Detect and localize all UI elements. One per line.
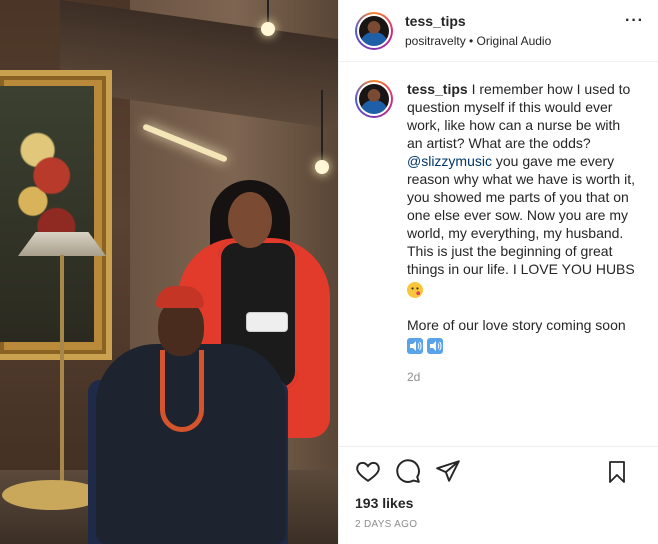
caption-username[interactable]: tess_tips: [407, 81, 468, 97]
instagram-post: tess_tips positravelty • Original Audio …: [0, 0, 658, 544]
clutch-bag: [246, 312, 288, 332]
caption-timestamp[interactable]: 2d: [407, 370, 637, 384]
kissing-face-emoji: [407, 282, 423, 299]
caption-more-line: More of our love story coming soon: [407, 317, 626, 334]
post-sidebar: tess_tips positravelty • Original Audio …: [338, 0, 658, 544]
audio-subline[interactable]: positravelty • Original Audio: [405, 34, 551, 48]
mention-link[interactable]: @slizzymusic: [407, 153, 492, 169]
speaker-icon: [427, 338, 443, 355]
caption: tess_tips I remember how I used to quest…: [355, 80, 642, 384]
caption-text-part2: you gave me every reason why what we hav…: [407, 153, 639, 277]
caption-avatar[interactable]: [355, 80, 393, 118]
speaker-icon: [407, 338, 423, 355]
post-header: tess_tips positravelty • Original Audio …: [339, 0, 658, 62]
comment-icon[interactable]: [395, 458, 421, 484]
author-username[interactable]: tess_tips: [405, 13, 551, 29]
caption-text: tess_tips I remember how I used to quest…: [407, 80, 639, 299]
paper-plane-icon[interactable]: [435, 458, 461, 484]
post-date[interactable]: 2 DAYS AGO: [355, 519, 643, 530]
bookmark-icon[interactable]: [605, 459, 629, 485]
post-photo[interactable]: [0, 0, 338, 544]
action-bar: 193 likes 2 DAYS AGO: [339, 446, 658, 544]
likes-count[interactable]: 193 likes: [355, 495, 643, 511]
comments-area: tess_tips I remember how I used to quest…: [339, 62, 658, 396]
flower-painting: [0, 86, 94, 342]
more-options-icon[interactable]: ···: [625, 12, 644, 30]
speaker-icons: [407, 338, 637, 355]
pendant-light: [315, 160, 329, 174]
author-avatar[interactable]: [355, 11, 393, 50]
heart-outline-icon[interactable]: [355, 458, 381, 484]
coral-beads: [160, 350, 204, 432]
pendant-light: [261, 22, 275, 36]
